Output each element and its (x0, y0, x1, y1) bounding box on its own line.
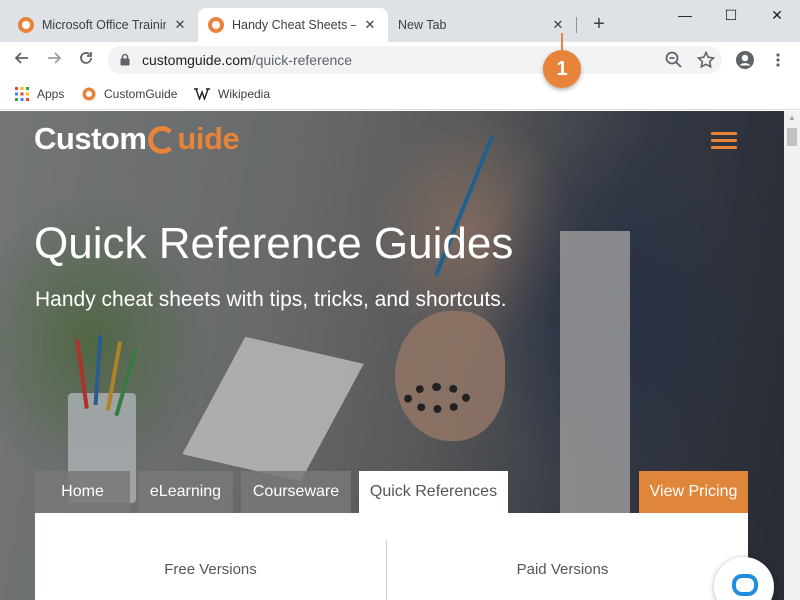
apps-grid-icon (15, 87, 29, 101)
browser-toolbar: customguide.com/quick-reference (0, 42, 800, 78)
profile-avatar-icon[interactable] (735, 50, 755, 70)
back-button[interactable] (10, 48, 34, 72)
tab-title: New Tab (398, 18, 447, 32)
tab-close-icon[interactable]: ✕ (550, 17, 566, 33)
customguide-logo[interactable]: Custom uide (34, 121, 240, 157)
scroll-up-arrow-icon[interactable]: ▲ (784, 111, 800, 125)
bookmark-label: CustomGuide (104, 87, 178, 101)
tab-close-icon[interactable]: ✕ (362, 17, 378, 33)
reload-icon (80, 52, 92, 64)
free-versions-heading: Free Versions (164, 561, 257, 578)
browser-tab-strip: Microsoft Office Training ✕ Handy Cheat … (0, 0, 800, 42)
paid-versions-heading: Paid Versions (516, 561, 609, 578)
bookmark-wikipedia[interactable]: Wikipedia (194, 84, 270, 104)
tab-microsoft-office-training[interactable]: Microsoft Office Training ✕ (8, 8, 198, 42)
versions-panel: Free Versions Paid Versions (35, 513, 748, 600)
new-tab-button[interactable]: + (588, 13, 610, 35)
bookmark-label: Wikipedia (218, 87, 271, 101)
url-host: customguide.com (142, 52, 252, 68)
nav-tab-courseware[interactable]: Courseware (241, 471, 351, 513)
customguide-favicon-icon (208, 17, 224, 33)
customguide-favicon-icon (82, 87, 96, 101)
step-callout-badge: 1 (543, 50, 581, 88)
forward-arrow-icon (48, 52, 62, 64)
view-pricing-button[interactable]: View Pricing (639, 471, 748, 513)
maximize-button[interactable]: ☐ (708, 0, 754, 30)
nav-tab-quick-references[interactable]: Quick References (359, 471, 508, 513)
minimize-button[interactable]: — (662, 0, 708, 30)
window-close-button[interactable]: ✕ (754, 0, 800, 30)
wikipedia-icon (194, 88, 210, 100)
tab-handy-cheat-sheets[interactable]: Handy Cheat Sheets – N ✕ (198, 8, 388, 42)
logo-text-uide: uide (177, 121, 240, 156)
hero-subtitle: Handy cheat sheets with tips, tricks, an… (35, 288, 507, 311)
page-scrollbar[interactable]: ▲ (784, 111, 800, 600)
tab-title: Microsoft Office Training (42, 18, 166, 32)
tab-new-tab[interactable]: New Tab ✕ (388, 8, 576, 42)
hero-title: Quick Reference Guides (34, 219, 514, 268)
forward-button[interactable] (42, 48, 66, 72)
address-bar[interactable]: customguide.com/quick-reference (108, 46, 722, 74)
reload-button[interactable] (74, 48, 98, 72)
bookmark-apps[interactable]: Apps (15, 84, 64, 104)
zoom-icon[interactable] (664, 50, 684, 70)
logo-g-icon (148, 126, 177, 154)
bookmark-label: Apps (37, 87, 65, 101)
bookmarks-bar: Apps CustomGuide Wikipedia (0, 78, 800, 110)
bookmark-star-icon[interactable] (696, 50, 716, 70)
web-page: Custom uide Quick Reference Guides Handy… (0, 111, 784, 600)
bookmark-customguide[interactable]: CustomGuide (82, 84, 177, 104)
scroll-thumb[interactable] (787, 128, 797, 146)
customguide-favicon-icon (18, 17, 34, 33)
logo-text-custom: Custom (34, 121, 147, 156)
url-text: customguide.com/quick-reference (142, 52, 352, 68)
lock-icon (120, 53, 130, 66)
tab-close-icon[interactable]: ✕ (172, 17, 188, 33)
tab-title: Handy Cheat Sheets – N (232, 18, 356, 32)
nav-tab-home[interactable]: Home (35, 471, 130, 513)
back-arrow-icon (14, 52, 28, 64)
hamburger-menu-icon[interactable] (711, 132, 737, 150)
tab-separator (576, 17, 577, 33)
nav-tab-elearning[interactable]: eLearning (138, 471, 233, 513)
browser-menu-icon[interactable] (772, 52, 784, 68)
url-path: /quick-reference (251, 52, 353, 68)
chat-bubble-icon (732, 574, 758, 596)
